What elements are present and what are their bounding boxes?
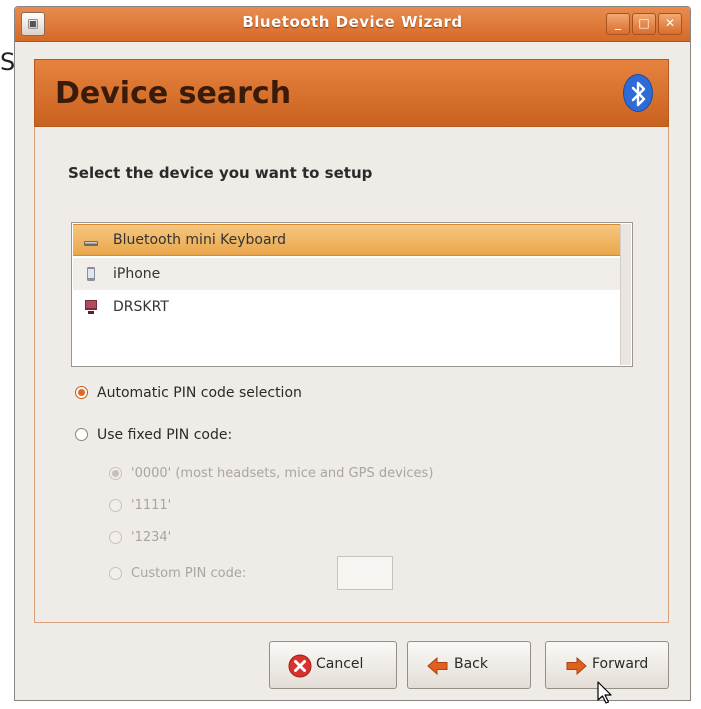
device-list-scrollbar[interactable] [620, 224, 631, 365]
page-header: Device search [34, 59, 669, 127]
pin-1111-radio[interactable] [109, 499, 122, 512]
bluetooth-icon [623, 74, 653, 112]
screen: SS ▣ Bluetooth Device Wizard _ □ ✕ Devic… [0, 0, 701, 709]
device-search-panel: Select the device you want to setup Blue… [34, 127, 669, 623]
device-item-keyboard[interactable]: Bluetooth mini Keyboard [73, 224, 620, 256]
pin-1234-label: '1234' [131, 530, 172, 545]
device-item-label: iPhone [113, 266, 161, 282]
cancel-button[interactable]: Cancel [269, 641, 397, 689]
automatic-pin-label: Automatic PIN code selection [97, 385, 302, 401]
title-bar[interactable]: ▣ Bluetooth Device Wizard _ □ ✕ [15, 7, 690, 42]
cancel-button-label: Cancel [316, 656, 364, 672]
forward-button-label: Forward [592, 656, 649, 672]
cancel-icon [288, 654, 312, 678]
device-item-label: Bluetooth mini Keyboard [113, 232, 286, 248]
custom-pin-label: Custom PIN code: [131, 566, 247, 581]
pin-1234-radio[interactable] [109, 531, 122, 544]
device-item-iphone[interactable]: iPhone [73, 258, 620, 290]
forward-arrow-icon [566, 656, 587, 676]
back-button[interactable]: Back [407, 641, 531, 689]
device-prompt-label: Select the device you want to setup [68, 164, 373, 182]
pin-1111-label: '1111' [131, 498, 172, 513]
automatic-pin-radio[interactable] [75, 386, 88, 399]
fixed-pin-radio[interactable] [75, 428, 88, 441]
page-title: Device search [55, 76, 292, 111]
device-item-computer[interactable]: DRSKRT [73, 291, 620, 323]
phone-icon [87, 267, 95, 281]
back-arrow-icon [427, 656, 448, 676]
device-list[interactable]: Bluetooth mini Keyboard iPhone DRSKRT [71, 222, 633, 367]
maximize-icon[interactable]: □ [632, 13, 656, 35]
window-title: Bluetooth Device Wizard [242, 13, 463, 31]
pin-0000-label: '0000' (most headsets, mice and GPS devi… [131, 466, 434, 481]
computer-icon [85, 300, 97, 314]
keyboard-icon [84, 241, 98, 246]
minimize-icon[interactable]: _ [606, 13, 630, 35]
close-icon[interactable]: ✕ [658, 13, 682, 35]
device-item-label: DRSKRT [113, 299, 169, 315]
pin-0000-radio[interactable] [109, 467, 122, 480]
back-button-label: Back [454, 656, 488, 672]
fixed-pin-label: Use fixed PIN code: [97, 427, 233, 443]
custom-pin-radio[interactable] [109, 567, 122, 580]
bluetooth-wizard-window: ▣ Bluetooth Device Wizard _ □ ✕ Device s… [14, 6, 691, 701]
mouse-pointer-icon [597, 681, 612, 704]
custom-pin-input[interactable] [337, 556, 393, 590]
